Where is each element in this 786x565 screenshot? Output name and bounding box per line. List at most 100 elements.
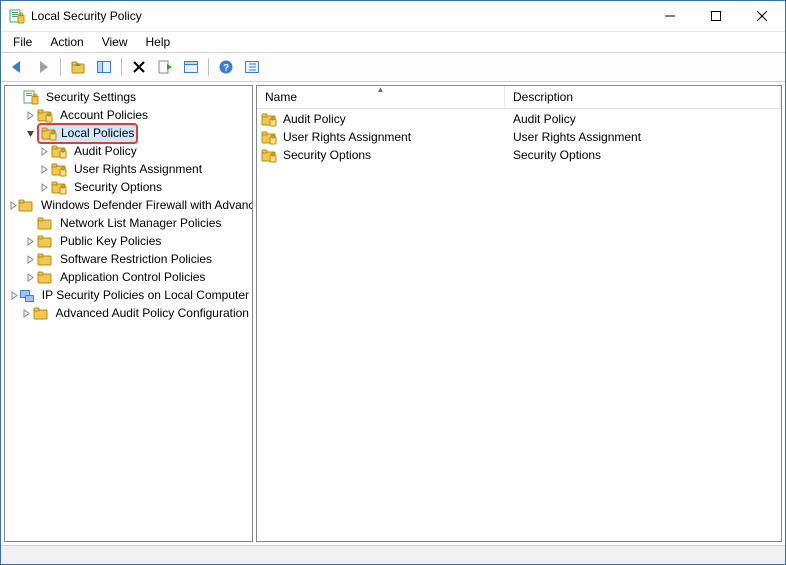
tree-item-network-list[interactable]: Network List Manager Policies [5, 214, 252, 232]
list-cell-name: User Rights Assignment [283, 130, 411, 144]
folder-icon [37, 251, 53, 267]
list-cell-description: Security Options [505, 148, 781, 162]
refresh-button[interactable] [179, 55, 203, 79]
folder-icon [37, 269, 53, 285]
folder-icon [37, 215, 53, 231]
window-title: Local Security Policy [31, 9, 647, 23]
tree-label: Security Options [71, 178, 165, 197]
list-header: Name ▲ Description [257, 86, 781, 109]
tree-root-label: Security Settings [46, 90, 136, 104]
expander-icon[interactable] [37, 180, 51, 194]
list-cell-name: Security Options [283, 148, 371, 162]
column-header-description[interactable]: Description [505, 86, 781, 108]
folder-icon [37, 233, 53, 249]
expander-icon[interactable] [37, 144, 51, 158]
main-body: Security Settings Account Policies [1, 82, 785, 545]
tree-item-user-rights[interactable]: User Rights Assignment [5, 160, 252, 178]
tree-item-public-key[interactable]: Public Key Policies [5, 232, 252, 250]
tree-label: Application Control Policies [57, 268, 208, 287]
tree-item-defender-firewall[interactable]: Windows Defender Firewall with Advanced … [5, 196, 252, 214]
tree-item-account-policies[interactable]: Account Policies [5, 106, 252, 124]
separator [121, 58, 122, 76]
titlebar: Local Security Policy [1, 1, 785, 32]
app-icon [9, 8, 25, 24]
svg-text:?: ? [223, 63, 229, 74]
delete-button[interactable] [127, 55, 151, 79]
menubar: File Action View Help [1, 32, 785, 52]
expander-icon[interactable] [23, 126, 37, 140]
help-button[interactable]: ? [214, 55, 238, 79]
menu-file[interactable]: File [5, 33, 40, 51]
info-button[interactable] [240, 55, 264, 79]
list-cell-description: User Rights Assignment [505, 130, 781, 144]
tree[interactable]: Security Settings Account Policies [5, 86, 252, 525]
tree-pane: Security Settings Account Policies [4, 85, 253, 542]
tree-label: Windows Defender Firewall with Advanced … [38, 196, 252, 215]
tree-scrollbar-h[interactable] [5, 525, 252, 541]
column-header-name[interactable]: Name ▲ [257, 86, 505, 108]
folder-lock-icon [37, 107, 53, 123]
list-row[interactable]: Security Options Security Options [257, 146, 781, 164]
tree-label: Network List Manager Policies [57, 214, 224, 233]
folder-icon [18, 197, 34, 213]
back-button[interactable] [5, 55, 29, 79]
tree-item-app-control[interactable]: Application Control Policies [5, 268, 252, 286]
list-row[interactable]: Audit Policy Audit Policy [257, 110, 781, 128]
tree-item-security-options[interactable]: Security Options [5, 178, 252, 196]
tree-item-ip-security[interactable]: IP Security Policies on Local Computer [5, 286, 252, 304]
folder-icon [33, 305, 49, 321]
list-cell-description: Audit Policy [505, 112, 781, 126]
expander-icon[interactable] [23, 108, 37, 122]
folder-lock-icon [41, 125, 57, 141]
tree-label: Audit Policy [71, 142, 140, 161]
folder-lock-icon [261, 111, 277, 127]
tree-label: Account Policies [57, 106, 151, 125]
statusbar [1, 545, 785, 564]
toolbar: ? [1, 52, 785, 82]
folder-lock-icon [261, 147, 277, 163]
folder-lock-icon [51, 143, 67, 159]
forward-button[interactable] [31, 55, 55, 79]
security-settings-icon [23, 89, 39, 105]
separator [60, 58, 61, 76]
tree-label: IP Security Policies on Local Computer [39, 286, 252, 305]
app-window: Local Security Policy File Action View H… [0, 0, 786, 565]
tree-label: User Rights Assignment [71, 160, 205, 179]
menu-help[interactable]: Help [138, 33, 179, 51]
list-pane: Name ▲ Description Audit Policy Audit Po… [256, 85, 782, 542]
export-button[interactable] [153, 55, 177, 79]
minimize-button[interactable] [647, 1, 693, 31]
show-hide-tree-button[interactable] [92, 55, 116, 79]
expander-icon[interactable] [9, 198, 18, 212]
tree-label: Public Key Policies [57, 232, 164, 251]
tree-label-highlight: Local Policies [37, 123, 138, 144]
expander-icon[interactable] [37, 162, 51, 176]
tree-label: Security Settings [43, 88, 139, 107]
tree-item-software-restriction[interactable]: Software Restriction Policies [5, 250, 252, 268]
tree-item-audit-policy[interactable]: Audit Policy [5, 142, 252, 160]
list-row[interactable]: User Rights Assignment User Rights Assig… [257, 128, 781, 146]
folder-lock-icon [261, 129, 277, 145]
menu-action[interactable]: Action [42, 33, 91, 51]
tree-item-local-policies[interactable]: Local Policies [5, 124, 252, 142]
expander-icon[interactable] [10, 288, 19, 302]
sort-indicator-icon: ▲ [377, 85, 385, 94]
up-button[interactable] [66, 55, 90, 79]
tree-label: Software Restriction Policies [57, 250, 215, 269]
expander-icon[interactable] [23, 252, 37, 266]
tree-label: Advanced Audit Policy Configuration [53, 304, 252, 323]
expander-icon[interactable] [23, 234, 37, 248]
ip-icon [19, 287, 35, 303]
list-body[interactable]: Audit Policy Audit Policy User Rights As… [257, 109, 781, 541]
menu-view[interactable]: View [94, 33, 136, 51]
tree-item-advanced-audit[interactable]: Advanced Audit Policy Configuration [5, 304, 252, 322]
maximize-button[interactable] [693, 1, 739, 31]
folder-lock-icon [51, 161, 67, 177]
folder-lock-icon [51, 179, 67, 195]
list-cell-name: Audit Policy [283, 112, 346, 126]
expander-icon[interactable] [21, 306, 33, 320]
expander-icon[interactable] [23, 270, 37, 284]
close-button[interactable] [739, 1, 785, 31]
tree-root[interactable]: Security Settings [5, 88, 252, 106]
window-controls [647, 1, 785, 31]
